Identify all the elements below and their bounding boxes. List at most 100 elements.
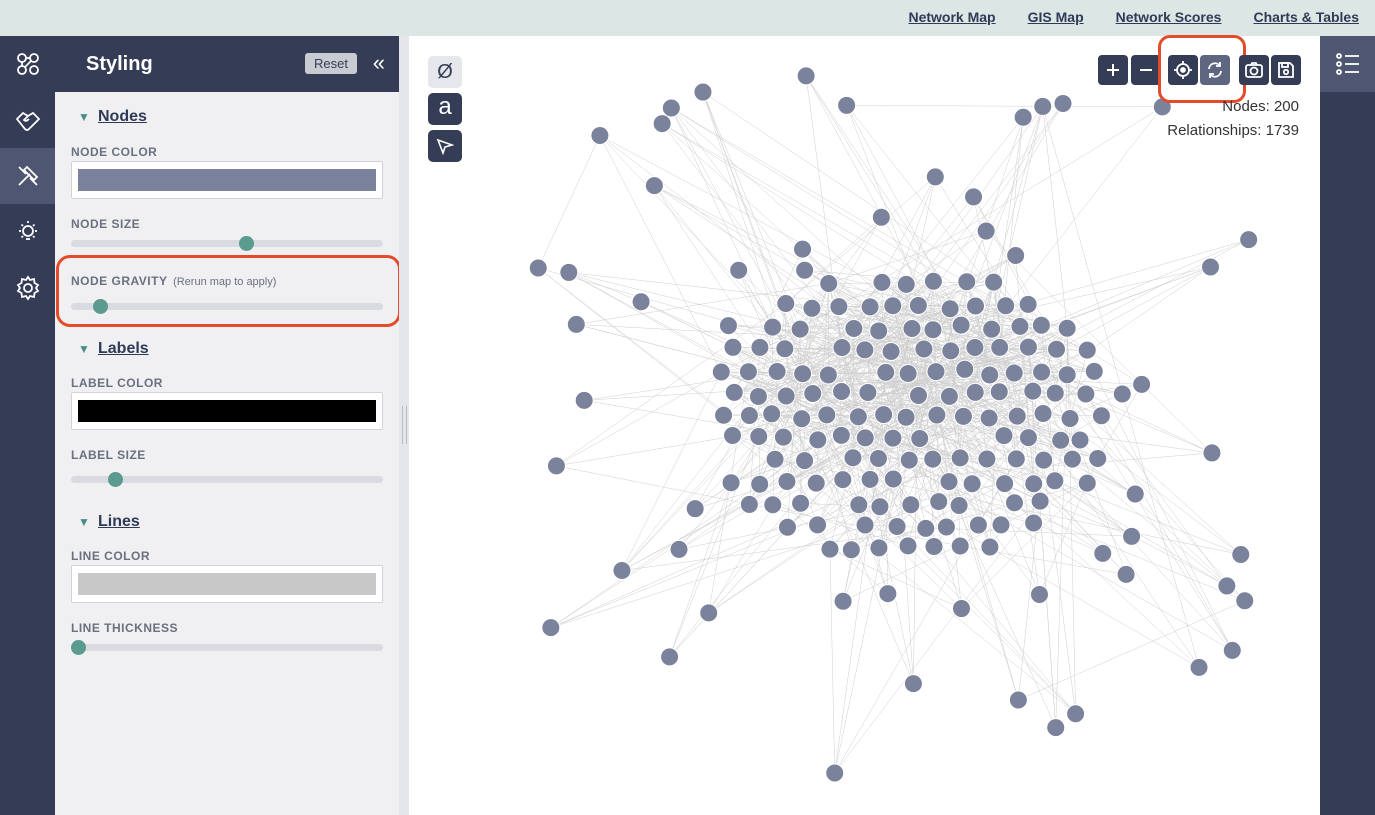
graph-node[interactable] xyxy=(936,517,956,537)
graph-node[interactable] xyxy=(1093,543,1113,563)
graph-node[interactable] xyxy=(1076,384,1096,404)
graph-node[interactable] xyxy=(883,469,903,489)
graph-node[interactable] xyxy=(1047,339,1067,359)
graph-node[interactable] xyxy=(1018,428,1038,448)
graph-node[interactable] xyxy=(1046,718,1066,738)
graph-node[interactable] xyxy=(950,536,970,556)
graph-node[interactable] xyxy=(1007,406,1027,426)
graph-node[interactable] xyxy=(528,258,548,278)
collapse-panel-icon[interactable]: « xyxy=(373,50,385,76)
graph-node[interactable] xyxy=(795,451,815,471)
graph-node[interactable] xyxy=(833,470,853,490)
graph-node[interactable] xyxy=(1077,340,1097,360)
graph-node[interactable] xyxy=(1033,404,1053,424)
graph-node[interactable] xyxy=(819,273,839,293)
graph-node[interactable] xyxy=(793,239,813,259)
graph-node[interactable] xyxy=(1189,657,1209,677)
graph-node[interactable] xyxy=(927,405,947,425)
graph-node[interactable] xyxy=(832,382,852,402)
network-canvas[interactable] xyxy=(409,36,1320,815)
graph-node[interactable] xyxy=(1125,484,1145,504)
graph-node[interactable] xyxy=(1066,704,1086,724)
graph-node[interactable] xyxy=(808,515,828,535)
graph-node[interactable] xyxy=(729,260,749,280)
graph-node[interactable] xyxy=(566,314,586,334)
graph-node[interactable] xyxy=(661,98,681,118)
graph-node[interactable] xyxy=(1060,409,1080,429)
graph-node[interactable] xyxy=(1023,381,1043,401)
node-size-thumb[interactable] xyxy=(239,236,255,251)
graph-node[interactable] xyxy=(887,516,907,536)
graph-node[interactable] xyxy=(871,207,891,227)
graph-node[interactable] xyxy=(1051,430,1071,450)
graph-node[interactable] xyxy=(1062,449,1082,469)
graph-node[interactable] xyxy=(977,449,997,469)
graph-node[interactable] xyxy=(1018,294,1038,314)
graph-node[interactable] xyxy=(831,425,851,445)
graph-node[interactable] xyxy=(914,339,934,359)
graph-node[interactable] xyxy=(660,647,680,667)
graph-node[interactable] xyxy=(898,364,918,384)
graph-node[interactable] xyxy=(950,448,970,468)
graph-node[interactable] xyxy=(951,599,971,619)
graph-node[interactable] xyxy=(1201,257,1221,277)
nav-network-scores[interactable]: Network Scores xyxy=(1116,9,1222,25)
graph-node[interactable] xyxy=(955,359,975,379)
graph-node[interactable] xyxy=(976,221,996,241)
graph-node[interactable] xyxy=(1006,246,1026,266)
graph-node[interactable] xyxy=(792,409,812,429)
rail-insights-button[interactable] xyxy=(0,204,55,260)
graph-node[interactable] xyxy=(767,361,787,381)
graph-node[interactable] xyxy=(837,95,857,115)
node-color-picker[interactable] xyxy=(71,161,383,199)
graph-node[interactable] xyxy=(723,426,743,446)
graph-node[interactable] xyxy=(669,539,689,559)
graph-node[interactable] xyxy=(898,536,918,556)
graph-node[interactable] xyxy=(1034,450,1054,470)
graph-node[interactable] xyxy=(896,274,916,294)
graph-node[interactable] xyxy=(899,450,919,470)
label-color-picker[interactable] xyxy=(71,392,383,430)
graph-node[interactable] xyxy=(1008,690,1028,710)
graph-node[interactable] xyxy=(968,515,988,535)
no-selection-tool[interactable]: Ø xyxy=(428,56,462,88)
graph-node[interactable] xyxy=(964,187,984,207)
graph-node[interactable] xyxy=(908,295,928,315)
label-size-thumb[interactable] xyxy=(108,472,124,487)
graph-node[interactable] xyxy=(1070,430,1090,450)
graph-node[interactable] xyxy=(1084,361,1104,381)
graph-node[interactable] xyxy=(841,540,861,560)
graph-node[interactable] xyxy=(896,407,916,427)
graph-node[interactable] xyxy=(777,472,797,492)
graph-node[interactable] xyxy=(1032,362,1052,382)
rail-network-button[interactable] xyxy=(0,36,55,92)
graph-node[interactable] xyxy=(808,430,828,450)
graph-node[interactable] xyxy=(860,297,880,317)
graph-node[interactable] xyxy=(546,456,566,476)
graph-node[interactable] xyxy=(765,449,785,469)
graph-node[interactable] xyxy=(883,428,903,448)
graph-node[interactable] xyxy=(908,385,928,405)
graph-node[interactable] xyxy=(1239,230,1259,250)
graph-node[interactable] xyxy=(685,499,705,519)
graph-node[interactable] xyxy=(541,618,561,638)
rail-partners-button[interactable] xyxy=(0,92,55,148)
graph-node[interactable] xyxy=(929,492,949,512)
graph-node[interactable] xyxy=(855,515,875,535)
graph-node[interactable] xyxy=(802,298,822,318)
graph-node[interactable] xyxy=(868,449,888,469)
graph-node[interactable] xyxy=(996,296,1016,316)
graph-node[interactable] xyxy=(1057,365,1077,385)
graph-node[interactable] xyxy=(574,390,594,410)
graph-node[interactable] xyxy=(924,536,944,556)
graph-node[interactable] xyxy=(874,405,894,425)
graph-node[interactable] xyxy=(939,386,959,406)
section-lines-toggle[interactable]: ▼ Lines xyxy=(78,513,140,531)
graph-node[interactable] xyxy=(778,517,798,537)
legend-list-button[interactable] xyxy=(1320,36,1375,92)
graph-node[interactable] xyxy=(699,603,719,623)
graph-node[interactable] xyxy=(1013,107,1033,127)
graph-node[interactable] xyxy=(925,167,945,187)
graph-node[interactable] xyxy=(994,426,1014,446)
graph-node[interactable] xyxy=(901,495,921,515)
